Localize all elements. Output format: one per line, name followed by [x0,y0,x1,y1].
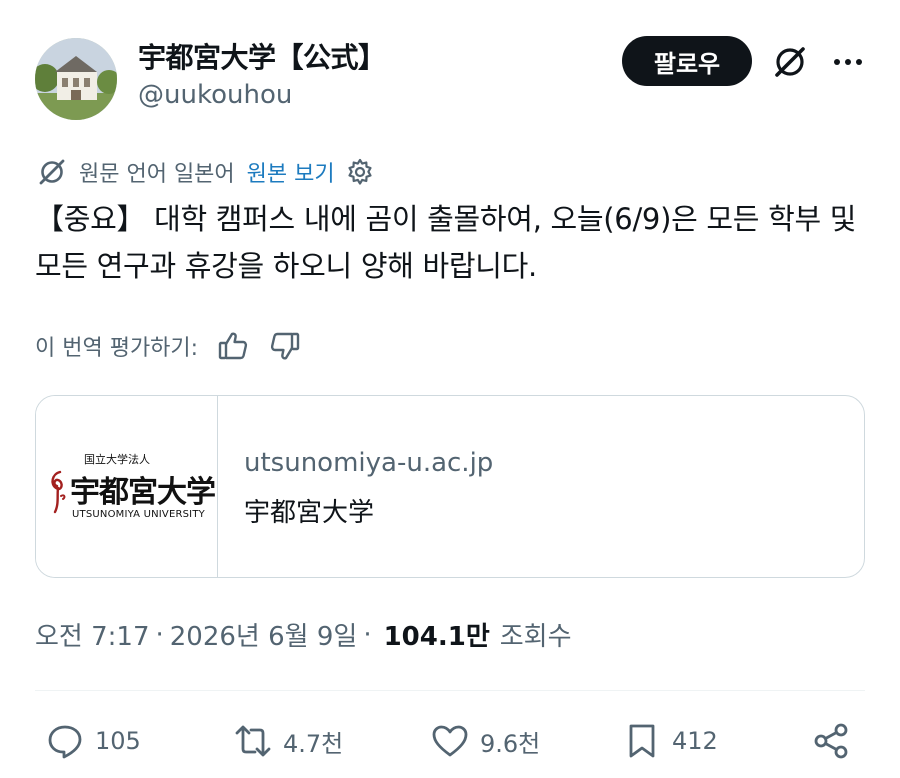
link-title[interactable]: 宇都宮大学 [244,492,374,529]
more-options-icon[interactable] [828,42,868,82]
reply-count: 105 [95,727,141,755]
share-icon [814,723,848,759]
logo-small-text: 国立大学法人 [84,453,150,466]
repost-button[interactable]: 4.7천 [233,718,343,764]
rate-translation-label: 이 번역 평가하기: [35,336,199,361]
gear-icon[interactable] [345,157,375,187]
source-language-label: 원문 언어 일본어 [79,162,235,187]
link-card-body[interactable]: utsunomiya-u.ac.jp 宇都宮大学 [218,396,864,577]
avatar[interactable] [35,38,117,120]
logo-english-text: UTSUNOMIYA UNIVERSITY [72,509,205,520]
user-handle[interactable]: @uukouhou [138,80,292,110]
reply-button[interactable]: 105 [45,718,141,764]
translation-bar: 원문 언어 일본어 원본 보기 [35,152,375,192]
bookmark-button[interactable]: 412 [622,718,718,764]
bookmark-icon [629,724,655,758]
link-domain[interactable]: utsunomiya-u.ac.jp [244,448,493,478]
like-count: 9.6천 [480,729,541,758]
grok-translate-icon [39,159,65,185]
bookmark-count: 412 [672,727,718,755]
link-preview-card[interactable]: 国立大学法人 宇都宮大学 UTSUNOMIYA UNIVERSITY utsun… [35,395,865,578]
thumbs-up-icon[interactable] [216,329,250,363]
follow-button[interactable]: 팔로우 [622,36,752,86]
views-count: 104.1만 [383,622,490,652]
tweet-text: 【중요】 대학 캠퍼스 내에 곰이 출몰하여, 오늘(6/9)은 모든 학부 및… [35,202,857,283]
repost-count: 4.7천 [283,729,344,758]
university-logo: 国立大学法人 宇都宮大学 UTSUNOMIYA UNIVERSITY [36,396,218,577]
tweet-meta: 오전 7:17 · 2026년 6월 9일 · 104.1만 조회수 [35,616,572,653]
display-name[interactable]: 宇都宮大学【公式】 [138,36,386,76]
tweet-date[interactable]: 2026년 6월 9일 [170,616,358,653]
share-button[interactable] [812,718,852,764]
heart-icon [432,725,468,757]
logo-main-text: 宇都宮大学 [70,475,216,510]
show-original-link[interactable]: 원본 보기 [247,156,335,188]
reply-icon [48,725,82,759]
avatar-image [35,38,117,120]
tweet-time[interactable]: 오전 7:17 [35,616,150,653]
rate-translation-row: 이 번역 평가하기: [35,326,302,366]
views-label: 조회수 [499,622,572,652]
grok-icon[interactable] [770,42,810,82]
repost-icon [235,725,271,757]
like-button[interactable]: 9.6천 [430,718,540,764]
divider [35,690,865,691]
meta-separator: · [155,619,164,650]
thumbs-down-icon[interactable] [268,329,302,363]
university-emblem-icon [51,470,66,514]
meta-separator: · [363,619,372,650]
